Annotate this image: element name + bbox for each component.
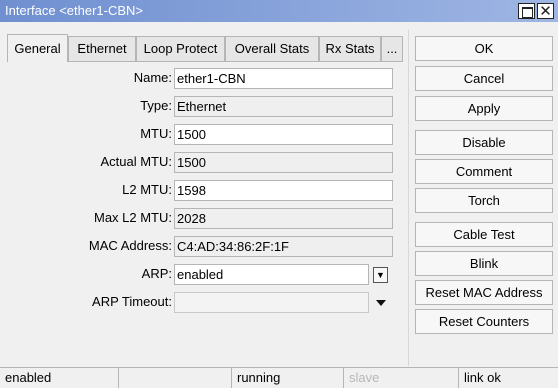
status-empty — [119, 368, 232, 388]
arp-timeout-label: ARP Timeout: — [92, 294, 172, 309]
window-title: Interface <ether1-CBN> — [5, 3, 144, 18]
dropdown-icon[interactable]: ▼ — [373, 267, 388, 283]
arp-label: ARP: — [141, 266, 172, 281]
tab-general[interactable]: General — [7, 34, 68, 62]
arp-timeout-field[interactable] — [174, 292, 369, 313]
cable-test-button[interactable]: Cable Test — [415, 222, 553, 247]
status-enabled: enabled — [0, 368, 119, 388]
status-link: link ok — [464, 370, 501, 385]
tab-more[interactable]: ... — [381, 36, 403, 61]
comment-button[interactable]: Comment — [415, 159, 553, 184]
type-field: Ethernet — [174, 96, 393, 117]
tab-rx-stats[interactable]: Rx Stats — [319, 36, 381, 61]
l2-mtu-label: L2 MTU: — [122, 182, 172, 197]
title-bar[interactable]: Interface <ether1-CBN> ✕ — [0, 0, 558, 22]
name-field[interactable]: ether1-CBN — [174, 68, 393, 89]
apply-button[interactable]: Apply — [415, 96, 553, 121]
torch-button[interactable]: Torch — [415, 188, 553, 213]
chevron-down-icon[interactable] — [376, 300, 386, 306]
cancel-button[interactable]: Cancel — [415, 66, 553, 91]
l2-mtu-field[interactable]: 1598 — [174, 180, 393, 201]
reset-mac-address-button[interactable]: Reset MAC Address — [415, 280, 553, 305]
max-l2-mtu-field: 2028 — [174, 208, 393, 229]
arp-select[interactable]: enabled — [174, 264, 369, 285]
status-running: running — [232, 368, 344, 388]
mac-address-field: C4:AD:34:86:2F:1F — [174, 236, 393, 257]
mac-address-label: MAC Address: — [88, 238, 172, 253]
reset-counters-button[interactable]: Reset Counters — [415, 309, 553, 334]
restore-icon[interactable] — [518, 3, 535, 19]
status-slave: slave — [344, 368, 459, 388]
tab-overall-stats[interactable]: Overall Stats — [225, 36, 319, 61]
tab-ethernet[interactable]: Ethernet — [68, 36, 136, 61]
blink-button[interactable]: Blink — [415, 251, 553, 276]
tab-loop-protect[interactable]: Loop Protect — [136, 36, 225, 61]
disable-button[interactable]: Disable — [415, 130, 553, 155]
type-label: Type: — [140, 98, 172, 113]
actual-mtu-label: Actual MTU: — [100, 154, 172, 169]
mtu-field[interactable]: 1500 — [174, 124, 393, 145]
close-icon[interactable]: ✕ — [537, 3, 554, 19]
interface-window: Interface <ether1-CBN> ✕ General Etherne… — [0, 0, 558, 388]
max-l2-mtu-label: Max L2 MTU: — [93, 210, 172, 225]
name-label: Name: — [133, 70, 172, 85]
status-bar: enabled running slave link ok — [0, 367, 558, 388]
mtu-label: MTU: — [140, 126, 172, 141]
ok-button[interactable]: OK — [415, 36, 553, 61]
actual-mtu-field: 1500 — [174, 152, 393, 173]
divider — [408, 30, 409, 366]
